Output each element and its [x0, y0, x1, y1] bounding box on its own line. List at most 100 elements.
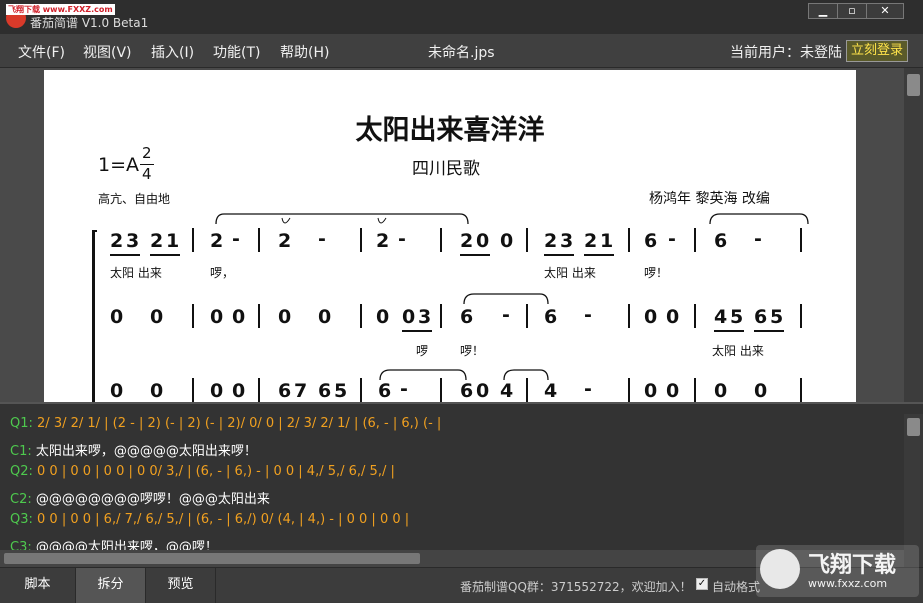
dash: - — [584, 304, 592, 326]
note: 3 — [418, 306, 432, 328]
barline — [800, 378, 802, 402]
note: 2 — [460, 230, 474, 252]
barline — [800, 304, 802, 328]
corner-logo-icon — [760, 549, 800, 589]
minimize-button[interactable]: ▁ — [808, 3, 838, 19]
note: 0 — [318, 306, 332, 328]
title-bar: 飞翔下载 www.FXXZ.com 番茄简谱 V1.0 Beta1 ▁ ▫ ✕ — [0, 0, 923, 34]
menu-insert[interactable]: 插入(I) — [151, 42, 194, 62]
lyric: 啰！ — [644, 266, 669, 280]
script-editor[interactable]: Q1: 2/ 3/ 2/ 1/ | (2 - | 2) (- | 2) (- |… — [0, 402, 923, 555]
corner-logo: 飞翔下载 www.fxxz.com — [756, 545, 919, 597]
note: 0 — [110, 380, 124, 402]
note: 0 — [666, 306, 680, 328]
code-line-q3[interactable]: Q3: 0 0 | 0 0 | 6,/ 7,/ 6,/ 5,/ | (6, - … — [10, 512, 409, 527]
auto-format-checkbox[interactable]: ✓ — [696, 578, 708, 590]
note: 0 — [232, 306, 246, 328]
barline — [694, 378, 696, 402]
note: 7 — [294, 380, 308, 402]
dash: - — [318, 228, 326, 250]
tab-split[interactable]: 拆分 — [76, 568, 146, 603]
barline — [440, 304, 442, 328]
barline — [694, 304, 696, 328]
tab-preview[interactable]: 预览 — [146, 568, 216, 603]
note: 0 — [476, 230, 490, 252]
menu-help[interactable]: 帮助(H) — [280, 42, 329, 62]
menu-view[interactable]: 视图(V) — [83, 42, 132, 62]
maximize-button[interactable]: ▫ — [837, 3, 867, 19]
lyric: 啰 — [416, 344, 429, 358]
note: 2 — [110, 230, 124, 252]
time-signature-bottom: 4 — [142, 165, 152, 183]
note: 2 — [210, 230, 224, 252]
dash: - — [754, 228, 762, 250]
note: 0 — [476, 380, 490, 402]
barline — [526, 304, 528, 328]
barline — [440, 228, 442, 252]
note: 2 — [584, 230, 598, 252]
score-vertical-scrollbar[interactable] — [904, 68, 923, 402]
auto-format-label: 自动格式 — [712, 580, 761, 594]
barline — [192, 378, 194, 402]
barline — [192, 304, 194, 328]
score-title: 太阳出来喜洋洋 — [355, 115, 545, 146]
note: 0 — [644, 380, 658, 402]
qq-group-info: 番茄制谱QQ群：371552722，欢迎加入！ — [460, 580, 692, 594]
hscroll-thumb[interactable] — [4, 553, 420, 564]
barline — [526, 378, 528, 402]
beam — [584, 254, 614, 256]
beam — [754, 330, 784, 332]
note: 0 — [500, 230, 514, 252]
editor-vertical-scrollbar[interactable] — [904, 414, 923, 550]
code-line-c1[interactable]: C1: 太阳出来啰，@@@@@太阳出来啰！ — [10, 440, 257, 459]
lyric: 啰， — [210, 266, 235, 280]
score-page: 太阳出来喜洋洋 1=A 2 4 四川民歌 高亢、自由地 杨鸿年 黎英海 改编 2… — [44, 70, 856, 402]
code-line-q1[interactable]: Q1: 2/ 3/ 2/ 1/ | (2 - | 2) (- | 2) (- |… — [10, 416, 441, 431]
barline — [628, 304, 630, 328]
login-button[interactable]: 立刻登录 — [846, 40, 909, 62]
barline — [628, 378, 630, 402]
note: 6 — [644, 230, 658, 252]
lyric: 太阳 出来 — [712, 344, 764, 358]
note: 2 — [278, 230, 292, 252]
dash: - — [398, 228, 406, 250]
corner-logo-name: 飞翔下载 — [808, 553, 897, 578]
note: 3 — [126, 230, 140, 252]
note: 0 — [714, 380, 728, 402]
beam — [714, 330, 744, 332]
note: 6 — [278, 380, 292, 402]
note: 6 — [460, 306, 474, 328]
barline — [192, 228, 194, 252]
note: 0 — [150, 380, 164, 402]
barline — [360, 228, 362, 252]
note: 5 — [770, 306, 784, 328]
lyric: 太阳 出来 — [110, 266, 162, 280]
note: 0 — [110, 306, 124, 328]
note: 0 — [150, 306, 164, 328]
tab-script[interactable]: 脚本 — [0, 568, 76, 603]
menu-bar: 文件(F) 视图(V) 插入(I) 功能(T) 帮助(H) 未命名.jps 当前… — [0, 34, 923, 68]
barline — [258, 304, 260, 328]
note: 0 — [232, 380, 246, 402]
note: 6 — [544, 306, 558, 328]
note: 0 — [666, 380, 680, 402]
code-line-c2[interactable]: C2: @@@@@@@@啰啰！@@@太阳出来 — [10, 488, 270, 507]
menu-function[interactable]: 功能(T) — [213, 42, 260, 62]
close-button[interactable]: ✕ — [866, 3, 904, 19]
corner-logo-url: www.fxxz.com — [808, 577, 888, 590]
note: 3 — [560, 230, 574, 252]
note: 6 — [714, 230, 728, 252]
note: 2 — [544, 230, 558, 252]
dash: - — [584, 378, 592, 400]
note: 6 — [378, 380, 392, 402]
barline — [800, 228, 802, 252]
barline — [360, 304, 362, 328]
barline — [440, 378, 442, 402]
beam — [544, 254, 574, 256]
barline — [258, 228, 260, 252]
dash: - — [232, 228, 240, 250]
code-line-q2[interactable]: Q2: 0 0 | 0 0 | 0 0 | 0 0/ 3,/ | (6, - |… — [10, 464, 395, 479]
lyric: 啰！ — [460, 344, 485, 358]
menu-file[interactable]: 文件(F) — [18, 42, 65, 62]
beam — [150, 254, 180, 256]
